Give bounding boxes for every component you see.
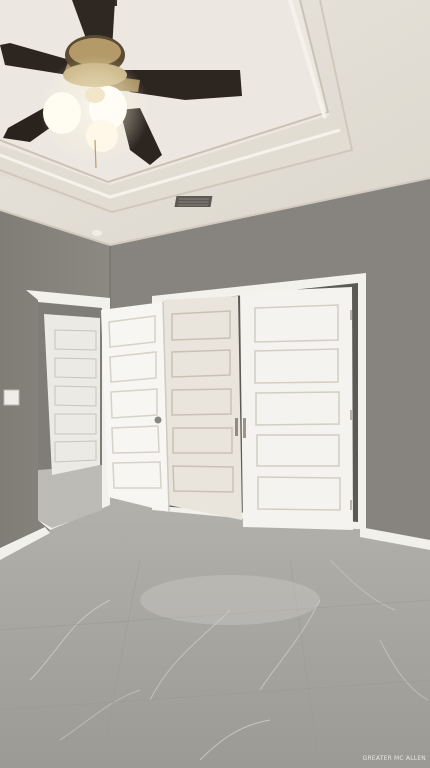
hallway-doorway	[26, 290, 110, 530]
closet	[101, 273, 366, 530]
light-globe	[86, 120, 118, 152]
smoke-detector	[92, 230, 102, 236]
closet-door-inner	[163, 296, 242, 520]
watermark-text: GREATER MC ALLEN	[362, 755, 426, 762]
closet-door-right	[240, 287, 353, 530]
closet-door-open	[101, 301, 170, 513]
bedroom-photo: GREATER MC ALLEN	[0, 0, 430, 768]
light-globe	[43, 92, 81, 134]
door-knob	[154, 416, 162, 424]
light-switch	[3, 389, 20, 406]
hallway-door	[44, 314, 100, 475]
photo-canvas	[0, 0, 430, 768]
